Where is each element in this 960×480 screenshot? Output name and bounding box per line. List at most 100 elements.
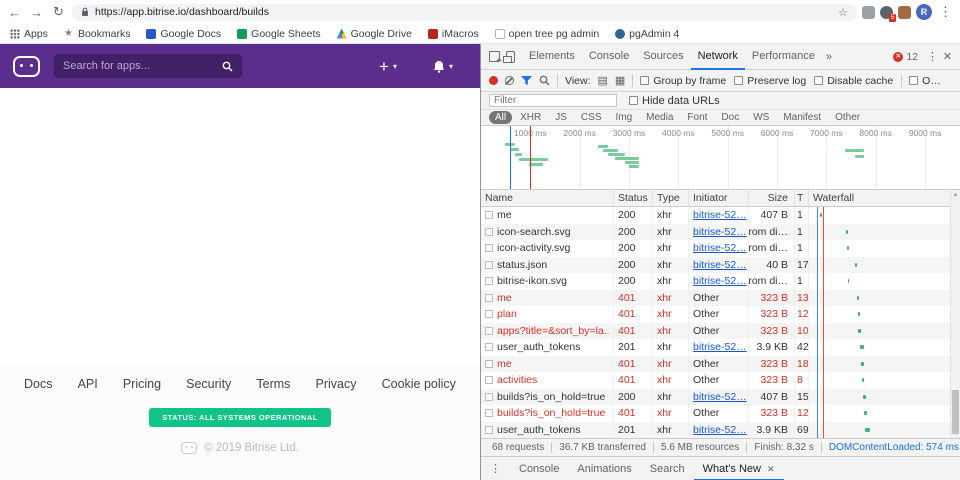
- network-request-row[interactable]: me 401 xhr Other 323 B 13: [481, 289, 950, 306]
- request-initiator[interactable]: bitrise-52…: [689, 421, 749, 438]
- more-tabs-icon[interactable]: »: [822, 51, 836, 63]
- filter-pill[interactable]: Doc: [715, 111, 745, 124]
- network-request-row[interactable]: user_auth_tokens 201 xhr bitrise-52… 3.9…: [481, 339, 950, 356]
- toolbar-checkbox[interactable]: Preserve log: [734, 75, 806, 87]
- drawer-tab[interactable]: Console ✕: [510, 457, 568, 480]
- status-badge[interactable]: STATUS: ALL SYSTEMS OPERATIONAL: [149, 408, 331, 427]
- footer-link[interactable]: Cookie policy: [382, 377, 456, 391]
- toolbar-checkbox[interactable]: Disable cache: [814, 75, 893, 87]
- filter-pill[interactable]: Media: [640, 111, 679, 124]
- network-request-row[interactable]: activities 401 xhr Other 323 B 8: [481, 372, 950, 389]
- footer-link[interactable]: API: [78, 377, 98, 391]
- request-initiator[interactable]: Other: [689, 322, 749, 339]
- bookmark-item[interactable]: Google Sheets: [237, 28, 321, 40]
- notifications-button[interactable]: ▾: [433, 60, 453, 73]
- drawer-tab[interactable]: What's New ✕: [694, 457, 784, 480]
- bookmark-item[interactable]: open tree pg admin: [494, 28, 599, 40]
- drawer-menu-icon[interactable]: ⋮: [490, 462, 501, 475]
- browser-menu-icon[interactable]: ⋮: [937, 4, 954, 20]
- network-request-row[interactable]: builds?is_on_hold=true 401 xhr Other 323…: [481, 405, 950, 422]
- network-request-row[interactable]: icon-activity.svg 200 xhr bitrise-52… (f…: [481, 240, 950, 257]
- toolbar-checkbox[interactable]: O…: [901, 74, 941, 87]
- network-request-row[interactable]: me 401 xhr Other 323 B 18: [481, 355, 950, 372]
- filter-pill[interactable]: All: [489, 111, 513, 124]
- devtools-tab[interactable]: Elements: [522, 44, 582, 70]
- column-header-type[interactable]: Type: [653, 190, 689, 206]
- request-initiator[interactable]: bitrise-52…: [689, 339, 749, 356]
- filter-pill[interactable]: CSS: [575, 111, 608, 124]
- extension-icon-3[interactable]: [898, 5, 911, 19]
- clear-icon[interactable]: [505, 76, 514, 85]
- request-initiator[interactable]: Other: [689, 372, 749, 389]
- request-initiator[interactable]: Other: [689, 355, 749, 372]
- request-initiator[interactable]: bitrise-52…: [689, 223, 749, 240]
- table-scrollbar[interactable]: ▲: [950, 190, 960, 438]
- extension-icon-1[interactable]: [862, 5, 875, 19]
- bookmark-star-icon[interactable]: ☆: [838, 6, 848, 19]
- column-header-size[interactable]: Size: [749, 190, 795, 206]
- drawer-tab[interactable]: Search ✕: [641, 457, 694, 480]
- bookmark-item[interactable]: pgAdmin 4: [615, 28, 679, 40]
- reload-icon[interactable]: ↻: [50, 4, 67, 20]
- network-overview-timeline[interactable]: 1000 ms 2000 ms 3000 ms 4000 ms 5000 ms …: [481, 126, 960, 190]
- record-icon[interactable]: [489, 76, 498, 85]
- add-new-button[interactable]: + ▾: [379, 58, 397, 75]
- column-header-status[interactable]: Status: [614, 190, 653, 206]
- filter-pill[interactable]: JS: [549, 111, 573, 124]
- footer-link[interactable]: Docs: [24, 377, 52, 391]
- console-error-badge[interactable]: ✕ 12: [893, 51, 918, 63]
- address-bar[interactable]: https://app.bitrise.io/dashboard/builds …: [72, 3, 857, 21]
- drawer-tab[interactable]: Animations ✕: [568, 457, 640, 480]
- request-initiator[interactable]: bitrise-52…: [689, 388, 749, 405]
- request-initiator[interactable]: Other: [689, 405, 749, 422]
- devtools-close-icon[interactable]: ✕: [940, 50, 955, 63]
- extension-icon-2[interactable]: 5: [880, 5, 896, 22]
- filter-pill[interactable]: Other: [829, 111, 866, 124]
- column-header-name[interactable]: Name: [481, 190, 614, 206]
- url-text[interactable]: https://app.bitrise.io/dashboard/builds: [95, 6, 832, 18]
- app-search-input[interactable]: [63, 60, 216, 72]
- filter-pill[interactable]: WS: [747, 111, 775, 124]
- toolbar-checkbox[interactable]: Group by frame: [640, 75, 726, 87]
- bookmark-item[interactable]: iMacros: [427, 28, 479, 40]
- bookmark-item[interactable]: Google Docs: [146, 28, 221, 40]
- bookmark-item[interactable]: Bookmarks: [64, 28, 131, 40]
- app-search-box[interactable]: [54, 54, 242, 78]
- column-header-waterfall[interactable]: Waterfall: [809, 190, 960, 206]
- network-request-row[interactable]: me 200 xhr bitrise-52… 407 B 1: [481, 207, 950, 224]
- column-header-initiator[interactable]: Initiator: [689, 190, 749, 206]
- scroll-up-icon[interactable]: ▲: [951, 190, 960, 200]
- bitrise-logo-icon[interactable]: [13, 55, 40, 77]
- network-request-row[interactable]: apps?title=&sort_by=la… 401 xhr Other 32…: [481, 322, 950, 339]
- network-request-row[interactable]: icon-search.svg 200 xhr bitrise-52… (fro…: [481, 223, 950, 240]
- search-icon[interactable]: [539, 75, 550, 86]
- close-icon[interactable]: ✕: [767, 464, 775, 475]
- overview-view-icon[interactable]: ▦: [615, 74, 625, 87]
- footer-link[interactable]: Privacy: [316, 377, 357, 391]
- scrollbar-thumb[interactable]: [952, 390, 959, 434]
- request-initiator[interactable]: bitrise-52…: [689, 240, 749, 257]
- back-icon[interactable]: ←: [6, 5, 23, 20]
- request-initiator[interactable]: bitrise-52…: [689, 273, 749, 290]
- devtools-tab[interactable]: Console: [582, 44, 636, 70]
- bookmark-item[interactable]: Apps: [10, 28, 48, 40]
- network-request-row[interactable]: plan 401 xhr Other 323 B 12: [481, 306, 950, 323]
- request-initiator[interactable]: Other: [689, 306, 749, 323]
- bookmark-item[interactable]: Google Drive: [336, 28, 412, 40]
- request-initiator[interactable]: bitrise-52…: [689, 207, 749, 224]
- network-request-row[interactable]: user_auth_tokens 201 xhr bitrise-52… 3.9…: [481, 421, 950, 438]
- inspect-element-icon[interactable]: [489, 51, 500, 62]
- devtools-menu-icon[interactable]: ⋮: [925, 50, 940, 63]
- network-request-row[interactable]: status.json 200 xhr bitrise-52… 40 B 17: [481, 256, 950, 273]
- network-filter-input[interactable]: [489, 94, 617, 107]
- devtools-tab[interactable]: Network: [691, 44, 745, 70]
- filter-icon[interactable]: [521, 75, 532, 86]
- request-initiator[interactable]: Other: [689, 289, 749, 306]
- device-toolbar-icon[interactable]: [503, 50, 515, 63]
- devtools-tab[interactable]: Sources: [636, 44, 690, 70]
- footer-link[interactable]: Terms: [256, 377, 290, 391]
- network-request-row[interactable]: builds?is_on_hold=true 200 xhr bitrise-5…: [481, 388, 950, 405]
- column-header-time[interactable]: T: [795, 190, 809, 206]
- forward-icon[interactable]: →: [28, 5, 45, 20]
- filter-pill[interactable]: XHR: [514, 111, 547, 124]
